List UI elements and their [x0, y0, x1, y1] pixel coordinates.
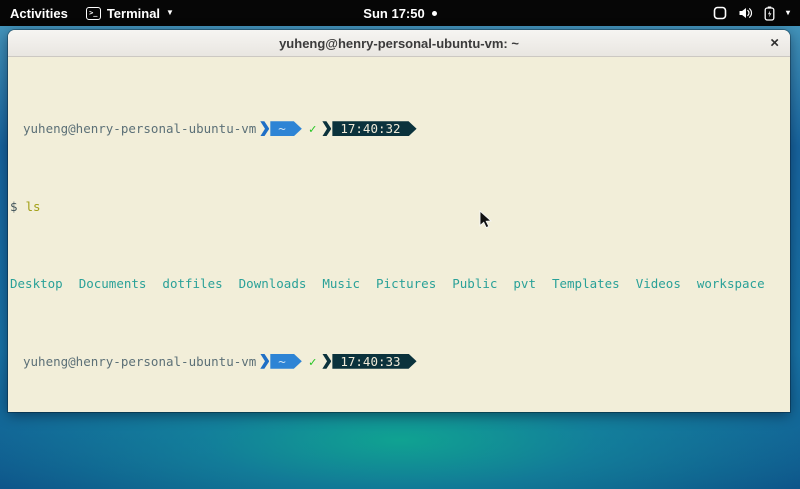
prompt-user-host: yuheng@henry-personal-ubuntu-vm [23, 354, 256, 370]
ls-output-line: Desktop Documents dotfiles Downloads Mus… [10, 276, 788, 292]
directory-name: Videos [636, 276, 681, 292]
close-icon[interactable]: × [770, 36, 779, 51]
activities-button[interactable]: Activities [10, 6, 68, 21]
chevron-down-icon: ▼ [166, 9, 174, 17]
clock-label: Sun 17:50 [363, 6, 424, 21]
directory-name: Pictures [376, 276, 436, 292]
prompt-line: yuheng@henry-personal-ubuntu-vm ~ ✓ 17:4… [10, 354, 788, 370]
directory-name: Documents [79, 276, 147, 292]
directory-name: Public [452, 276, 497, 292]
prompt-path-segment: ~ [270, 121, 302, 136]
terminal-window: yuheng@henry-personal-ubuntu-vm: ~ × yuh… [8, 30, 790, 412]
powerline-chevron-icon [260, 121, 269, 136]
directory-name: Music [322, 276, 360, 292]
volume-icon [738, 6, 753, 20]
clock-menu[interactable]: Sun 17:50 [363, 6, 436, 21]
prompt-time-segment: 17:40:33 [332, 354, 416, 369]
status-check-icon: ✓ [309, 121, 317, 137]
powerline-chevron-icon [322, 121, 331, 136]
powerline-chevron-icon [322, 354, 331, 369]
system-status-area[interactable]: ▾ [437, 6, 800, 21]
prompt-path-segment: ~ [270, 354, 302, 369]
prompt-symbol: $ [10, 199, 18, 215]
app-menu-terminal[interactable]: >_ Terminal ▼ [86, 6, 174, 21]
prompt-time-segment: 17:40:32 [332, 121, 416, 136]
directory-name: pvt [513, 276, 536, 292]
window-titlebar[interactable]: yuheng@henry-personal-ubuntu-vm: ~ × [8, 30, 790, 57]
terminal-app-icon: >_ [86, 7, 101, 20]
display-icon [713, 6, 727, 20]
directory-name: workspace [697, 276, 765, 292]
command-line: $ ls [10, 199, 788, 215]
directory-name: Downloads [239, 276, 307, 292]
directory-name: Desktop [10, 276, 63, 292]
status-check-icon: ✓ [309, 354, 317, 370]
app-menu-label: Terminal [107, 6, 160, 21]
prompt-line: yuheng@henry-personal-ubuntu-vm ~ ✓ 17:4… [10, 121, 788, 137]
top-bar: Activities >_ Terminal ▼ Sun 17:50 ▾ [0, 0, 800, 26]
directory-name: Templates [552, 276, 620, 292]
prompt-user-host: yuheng@henry-personal-ubuntu-vm [23, 121, 256, 137]
typed-command: ls [26, 199, 41, 215]
window-title: yuheng@henry-personal-ubuntu-vm: ~ [279, 36, 519, 51]
mouse-pointer-icon [479, 210, 493, 234]
battery-charging-icon [764, 6, 775, 21]
terminal-content[interactable]: yuheng@henry-personal-ubuntu-vm ~ ✓ 17:4… [8, 57, 790, 411]
chevron-down-icon: ▾ [786, 9, 790, 17]
directory-name: dotfiles [162, 276, 222, 292]
powerline-chevron-icon [260, 354, 269, 369]
